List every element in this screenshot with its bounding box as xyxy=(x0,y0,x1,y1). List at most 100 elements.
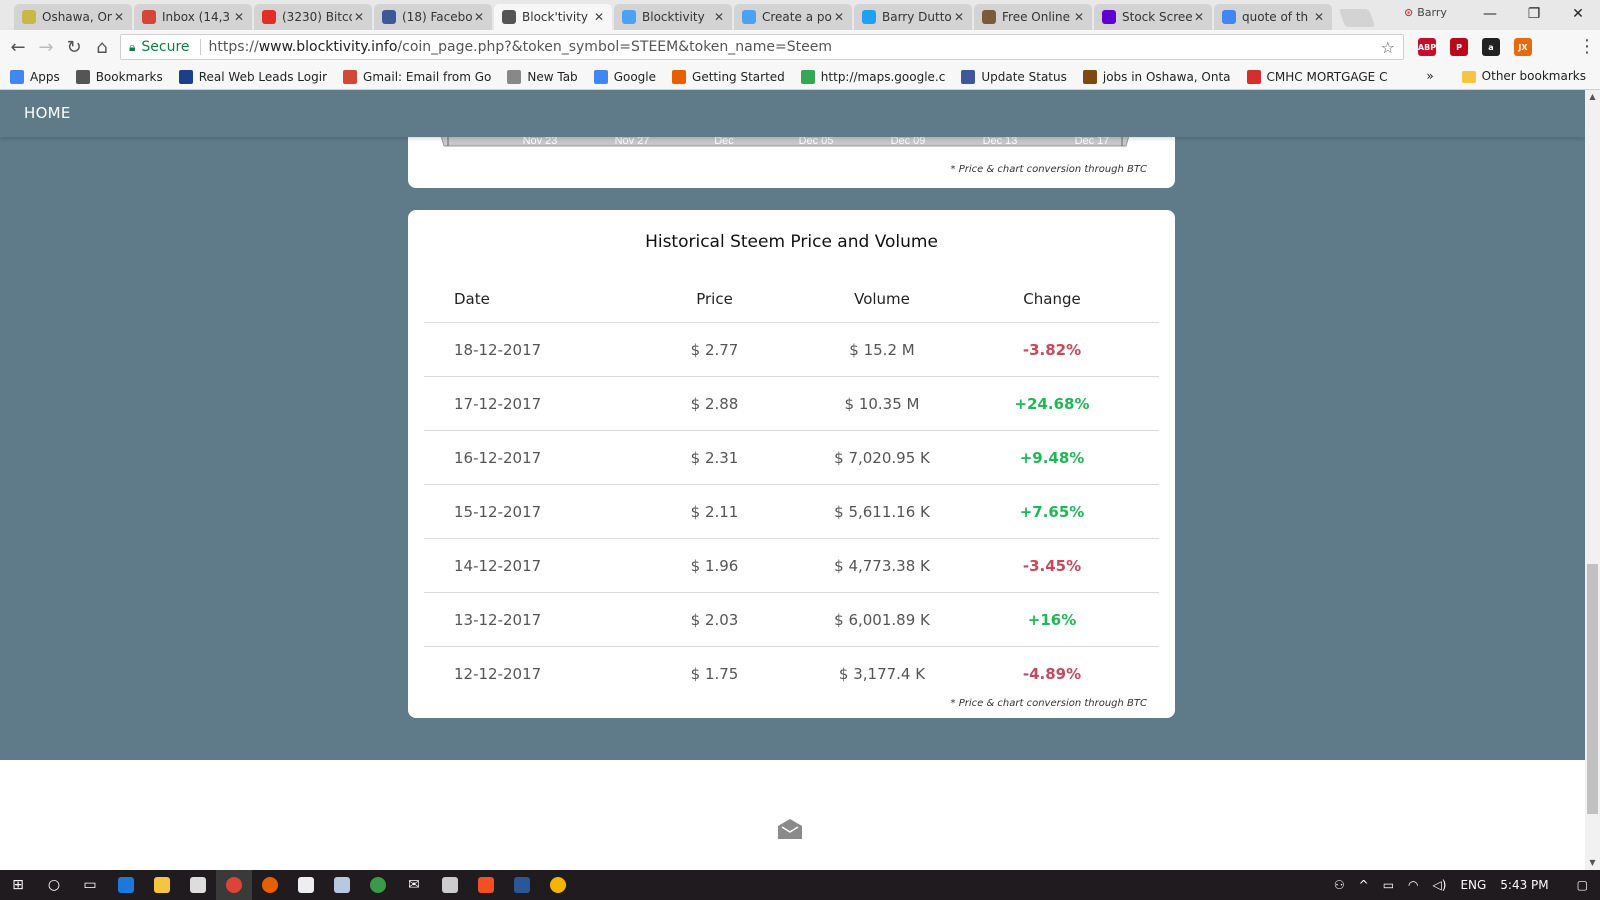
task-view-icon[interactable]: ▭ xyxy=(72,870,108,900)
bookmark-item[interactable]: New Tab xyxy=(507,69,578,84)
browser-tab[interactable]: Free Online ✕ xyxy=(974,4,1092,30)
forward-icon[interactable]: → xyxy=(32,37,60,58)
scrollbar-thumb[interactable] xyxy=(1587,564,1598,814)
twitter-icon xyxy=(862,10,876,24)
tab-close-icon[interactable]: ✕ xyxy=(472,10,486,24)
language-indicator[interactable]: ENG xyxy=(1460,878,1486,892)
extension-icon[interactable]: JX xyxy=(1514,38,1532,56)
file-explorer-icon[interactable] xyxy=(144,870,180,900)
brave-icon[interactable] xyxy=(468,870,504,900)
bookmark-item[interactable]: Update Status xyxy=(961,69,1067,84)
bookmark-item[interactable]: Gmail: Email from Go xyxy=(343,69,491,84)
other-bookmarks-folder[interactable]: Other bookmarks xyxy=(1461,69,1586,83)
volume-icon[interactable]: ◁) xyxy=(1433,878,1447,892)
start-icon[interactable]: ⊞ xyxy=(0,870,36,900)
cortana-icon[interactable]: ○ xyxy=(36,870,72,900)
page-scrollbar[interactable]: ▲ ▼ xyxy=(1585,90,1600,870)
browser-tab[interactable]: Stock Scree ✕ xyxy=(1094,4,1212,30)
browser-tab[interactable]: Inbox (14,3 ✕ xyxy=(134,4,252,30)
home-icon[interactable]: ⌂ xyxy=(88,37,116,58)
bookmark-item[interactable]: Bookmarks xyxy=(75,69,163,84)
edge-icon[interactable] xyxy=(108,870,144,900)
bookmark-item[interactable]: jobs in Oshawa, Onta xyxy=(1082,69,1231,84)
calculator-icon[interactable] xyxy=(432,870,468,900)
extension-icon[interactable]: P xyxy=(1450,38,1468,56)
tab-close-icon[interactable]: ✕ xyxy=(952,10,966,24)
row-date: 12-12-2017 xyxy=(454,665,542,683)
new-tab-button[interactable] xyxy=(1338,9,1376,27)
extension-icon[interactable]: a xyxy=(1482,38,1500,56)
browser-tab[interactable]: Block'tivity ✕ xyxy=(494,4,612,30)
browser-tab[interactable]: Blocktivity ✕ xyxy=(614,4,732,30)
browser-tab[interactable]: quote of th ✕ xyxy=(1214,4,1332,30)
calculator-grid-icon[interactable] xyxy=(288,870,324,900)
wifi-icon[interactable]: ◠ xyxy=(1408,878,1418,892)
scroll-down-icon[interactable]: ▼ xyxy=(1585,856,1600,870)
reload-icon[interactable]: ↻ xyxy=(60,37,88,58)
bookmark-label: Real Web Leads Logir xyxy=(198,69,328,84)
nav-home-link[interactable]: HOME xyxy=(24,104,71,122)
people-icon[interactable]: ⚇ xyxy=(1334,878,1345,892)
steem-icon xyxy=(622,10,636,24)
row-date: 17-12-2017 xyxy=(454,394,542,413)
row-change: +16% xyxy=(1027,610,1077,629)
tab-close-icon[interactable]: ✕ xyxy=(112,10,126,24)
bookmark-item[interactable]: Getting Started xyxy=(672,69,785,84)
address-bar[interactable]: 🔒︎ Secure https://www.blocktivity.info/c… xyxy=(120,34,1404,60)
tab-close-icon[interactable]: ✕ xyxy=(1072,10,1086,24)
row-price: $ 2.77 xyxy=(690,340,739,359)
row-date: 15-12-2017 xyxy=(454,502,542,521)
yahoo-icon xyxy=(1102,10,1116,24)
firefox-icon[interactable] xyxy=(252,870,288,900)
bookmark-item[interactable]: http://maps.google.c xyxy=(800,69,945,84)
paint-icon[interactable] xyxy=(324,870,360,900)
browser-tab[interactable]: Oshawa, Ontario✕ xyxy=(14,4,132,30)
restore-button[interactable]: ❐ xyxy=(1512,0,1556,28)
bookmark-item[interactable]: Real Web Leads Logir xyxy=(178,69,328,84)
header-change: Change xyxy=(1023,290,1081,308)
tray-expand-icon[interactable]: ^ xyxy=(1359,878,1369,892)
clock[interactable]: 5:43 PM xyxy=(1500,878,1548,892)
scroll-up-icon[interactable]: ▲ xyxy=(1585,90,1600,104)
tab-close-icon[interactable]: ✕ xyxy=(592,10,606,24)
browser-tab[interactable]: (3230) Bitco ✕ xyxy=(254,4,372,30)
chrome-icon[interactable] xyxy=(216,870,252,900)
bookmarks-overflow-icon[interactable]: » xyxy=(1426,69,1433,83)
close-window-button[interactable]: ✕ xyxy=(1556,0,1600,28)
back-icon[interactable]: ← xyxy=(4,37,32,58)
browser-tab[interactable]: (18) Facebo ✕ xyxy=(374,4,492,30)
profile-button[interactable]: ⊙ Barry xyxy=(1404,6,1447,19)
store-icon[interactable] xyxy=(180,870,216,900)
globe-icon[interactable] xyxy=(360,870,396,900)
bookmark-item[interactable]: CMHC MORTGAGE C xyxy=(1246,69,1387,84)
tab-title: Block'tivity xyxy=(522,10,589,24)
tab-close-icon[interactable]: ✕ xyxy=(352,10,366,24)
bookmark-item[interactable]: Apps xyxy=(10,69,60,84)
row-volume: $ 3,177.4 K xyxy=(838,665,926,683)
row-date: 18-12-2017 xyxy=(454,340,542,359)
battery-icon[interactable]: ▭ xyxy=(1383,878,1394,892)
browser-tab[interactable]: Barry Dutto ✕ xyxy=(854,4,972,30)
extension-label: P xyxy=(1456,42,1462,52)
tab-close-icon[interactable]: ✕ xyxy=(232,10,246,24)
grid-icon xyxy=(982,10,996,24)
tab-close-icon[interactable]: ✕ xyxy=(712,10,726,24)
minimize-button[interactable]: — xyxy=(1468,0,1512,28)
app-icon[interactable] xyxy=(504,870,540,900)
other-bookmarks-label: Other bookmarks xyxy=(1481,69,1586,83)
tab-close-icon[interactable]: ✕ xyxy=(1312,10,1326,24)
table-row: 12-12-2017 $ 1.75 $ 3,177.4 K -4.89% xyxy=(424,647,1159,701)
chrome-canary-icon[interactable] xyxy=(540,870,576,900)
extension-label: JX xyxy=(1518,42,1528,52)
extension-icon[interactable]: ABP xyxy=(1418,38,1436,56)
gmail-icon xyxy=(142,10,156,24)
browser-tab[interactable]: Create a po ✕ xyxy=(734,4,852,30)
bookmark-star-icon[interactable]: ☆ xyxy=(1381,38,1395,57)
tab-close-icon[interactable]: ✕ xyxy=(832,10,846,24)
action-center-icon[interactable]: ▢ xyxy=(1577,878,1588,892)
mail-icon[interactable]: ✉ xyxy=(396,870,432,900)
tab-close-icon[interactable]: ✕ xyxy=(1192,10,1206,24)
row-change: +24.68% xyxy=(1014,394,1090,413)
chrome-menu-icon[interactable]: ⋮ xyxy=(1578,36,1596,57)
bookmark-item[interactable]: Google xyxy=(593,69,656,84)
